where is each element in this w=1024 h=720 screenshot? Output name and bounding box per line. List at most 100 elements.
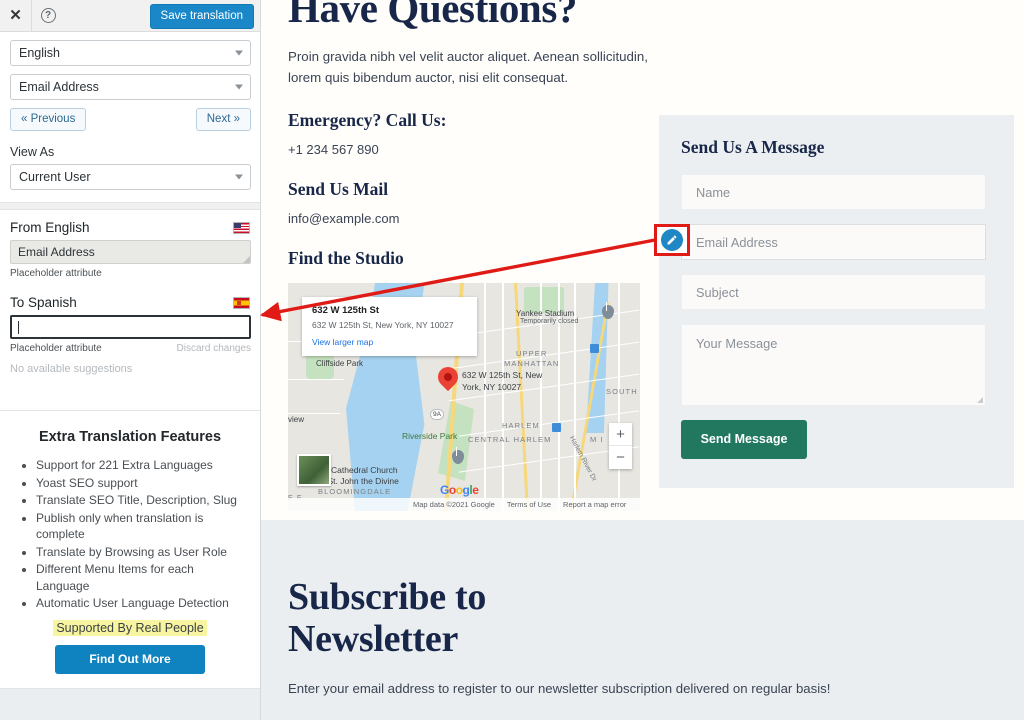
source-attr-row: Placeholder attribute [10, 268, 251, 279]
newsletter-heading: Subscribe to Newsletter [288, 576, 1024, 660]
pencil-icon[interactable] [661, 229, 683, 251]
list-item: Yoast SEO support [36, 475, 246, 492]
view-as-label: View As [10, 145, 55, 159]
subject-input[interactable]: Subject [681, 274, 986, 310]
message-placeholder: Your Message [696, 336, 778, 351]
map-label-upper: UPPER [516, 349, 548, 358]
to-language-label: To Spanish [10, 295, 77, 310]
language-select-value: English [19, 46, 60, 60]
intro-paragraph: Proin gravida nibh vel velit auctor aliq… [288, 49, 648, 85]
zoom-out-button[interactable]: − [609, 446, 632, 469]
newsletter-body: Enter your email address to register to … [288, 681, 831, 696]
map-label-mi: M I [590, 435, 604, 444]
source-text-value: Email Address [18, 245, 95, 259]
supported-by-note: Supported By Real People [14, 619, 246, 636]
map-zoom-controls[interactable]: + − [609, 423, 632, 469]
flag-es-icon [233, 296, 250, 309]
language-select[interactable]: English [10, 40, 251, 66]
street-view-thumbnail[interactable] [297, 454, 331, 486]
email-placeholder: Email Address [696, 234, 778, 250]
source-header: From English [10, 220, 250, 235]
flag-us-icon [233, 221, 250, 234]
text-cursor [18, 320, 19, 334]
list-item: Translate by Browsing as User Role [36, 544, 246, 561]
chevron-down-icon [235, 174, 243, 180]
name-input[interactable]: Name [681, 174, 986, 210]
google-map-embed[interactable]: Yankee Stadium Temporarily closed UPPER … [288, 283, 640, 511]
chevron-down-icon [235, 84, 243, 90]
from-language-label: From English [10, 220, 90, 235]
sidebar-controls: English Email Address « Previous Next » … [0, 32, 260, 202]
map-label-yankee-stadium: Yankee Stadium [516, 309, 575, 318]
close-icon[interactable]: ✕ [0, 0, 32, 31]
map-attribution-bar: Map data ©2021 Google Terms of Use Repor… [288, 498, 640, 511]
contact-form-card: Send Us A Message Name Email Address Sub… [659, 115, 1014, 488]
subject-placeholder: Subject [696, 284, 739, 300]
newsletter-section: Subscribe to Newsletter Enter your email… [261, 520, 1024, 720]
list-item: Support for 221 Extra Languages [36, 457, 246, 474]
extra-features-title: Extra Translation Features [38, 429, 222, 445]
map-label-manhattan: MANHATTAN [504, 359, 560, 368]
terms-of-use-link[interactable]: Terms of Use [507, 500, 551, 509]
help-icon[interactable]: ? [32, 0, 64, 31]
map-label-view: view [288, 415, 305, 424]
previous-button[interactable]: « Previous [10, 108, 87, 131]
pencil-glyph [667, 235, 677, 245]
view-larger-map-link[interactable]: View larger map [312, 337, 467, 347]
message-textarea[interactable]: Your Message [681, 324, 986, 406]
target-header: To Spanish [10, 295, 250, 310]
map-pin-label: 632 W 125th St, New York, NY 10027 [462, 370, 543, 392]
google-logo: Google [440, 483, 479, 497]
string-navigation: « Previous Next » [10, 108, 251, 131]
screenshot-root: ✕ ? Save translation English Email Addre… [0, 0, 1024, 720]
source-text-input: Email Address [10, 240, 251, 264]
next-button[interactable]: Next » [195, 108, 251, 131]
newsletter-heading-line1: Subscribe to [288, 576, 487, 618]
sidebar-bottom-filler [0, 688, 260, 720]
list-item: Different Menu Items for each Language [36, 561, 246, 594]
map-label-central-harlem: CENTRAL HARLEM [468, 435, 552, 444]
map-data-attribution: Map data ©2021 Google [413, 500, 495, 509]
view-as-value: Current User [19, 170, 91, 184]
list-item: Translate SEO Title, Description, Slug [36, 492, 246, 509]
discard-changes-link[interactable]: Discard changes [177, 343, 251, 354]
report-map-error-link[interactable]: Report a map error [563, 500, 626, 509]
target-text-input[interactable] [10, 315, 251, 339]
map-poi-square-icon [590, 344, 599, 353]
map-card-title: 632 W 125th St [312, 305, 380, 316]
website-preview: Have Questions? Proin gravida nibh vel v… [261, 0, 1024, 720]
page-title: Have Questions? [288, 0, 577, 31]
suggestions-text: No available suggestions [10, 363, 133, 375]
sidebar-toolbar: ✕ ? Save translation [0, 0, 260, 32]
send-message-button[interactable]: Send Message [681, 420, 807, 459]
zoom-in-button[interactable]: + [609, 423, 632, 446]
help-glyph: ? [40, 8, 56, 23]
map-info-card: 632 W 125th St 632 W 125th St, New York,… [302, 297, 477, 356]
map-label-harlem: HARLEM [502, 421, 540, 430]
target-attribute-note: Placeholder attribute [10, 343, 102, 354]
chevron-down-icon [235, 50, 243, 56]
list-item: Automatic User Language Detection [36, 595, 246, 612]
form-title: Send Us A Message [681, 137, 825, 157]
newsletter-heading-line2: Newsletter [288, 618, 459, 660]
save-translation-button[interactable]: Save translation [149, 4, 254, 29]
string-select[interactable]: Email Address [10, 74, 251, 100]
extra-translation-features-panel: Extra Translation Features Support for 2… [0, 410, 260, 688]
find-out-more-button[interactable]: Find Out More [55, 644, 205, 674]
email-input[interactable]: Email Address [681, 224, 986, 260]
map-card-address: 632 W 125th St, New York, NY 10027 [312, 320, 454, 330]
map-route-shield: 9A [430, 409, 444, 420]
source-attribute-note: Placeholder attribute [10, 268, 102, 279]
name-placeholder: Name [696, 184, 731, 200]
map-poi-square-icon [552, 423, 561, 432]
map-label-south: SOUTH [606, 387, 638, 396]
map-label-bloomingdale: BLOOMINGDALE [318, 487, 392, 496]
translation-pair-panel: From English Email Address Placeholder a… [0, 210, 260, 381]
map-label-yankee-status: Temporarily closed [520, 318, 579, 325]
map-label-cliffside-park: Cliffside Park [316, 359, 363, 368]
map-label-riverside-park: Riverside Park [402, 431, 458, 441]
target-attr-row: Placeholder attribute Discard changes [10, 343, 251, 354]
supported-by-highlight: Supported By Real People [53, 619, 207, 636]
edit-translation-pencil-badge[interactable] [654, 224, 690, 256]
view-as-select[interactable]: Current User [10, 164, 251, 190]
